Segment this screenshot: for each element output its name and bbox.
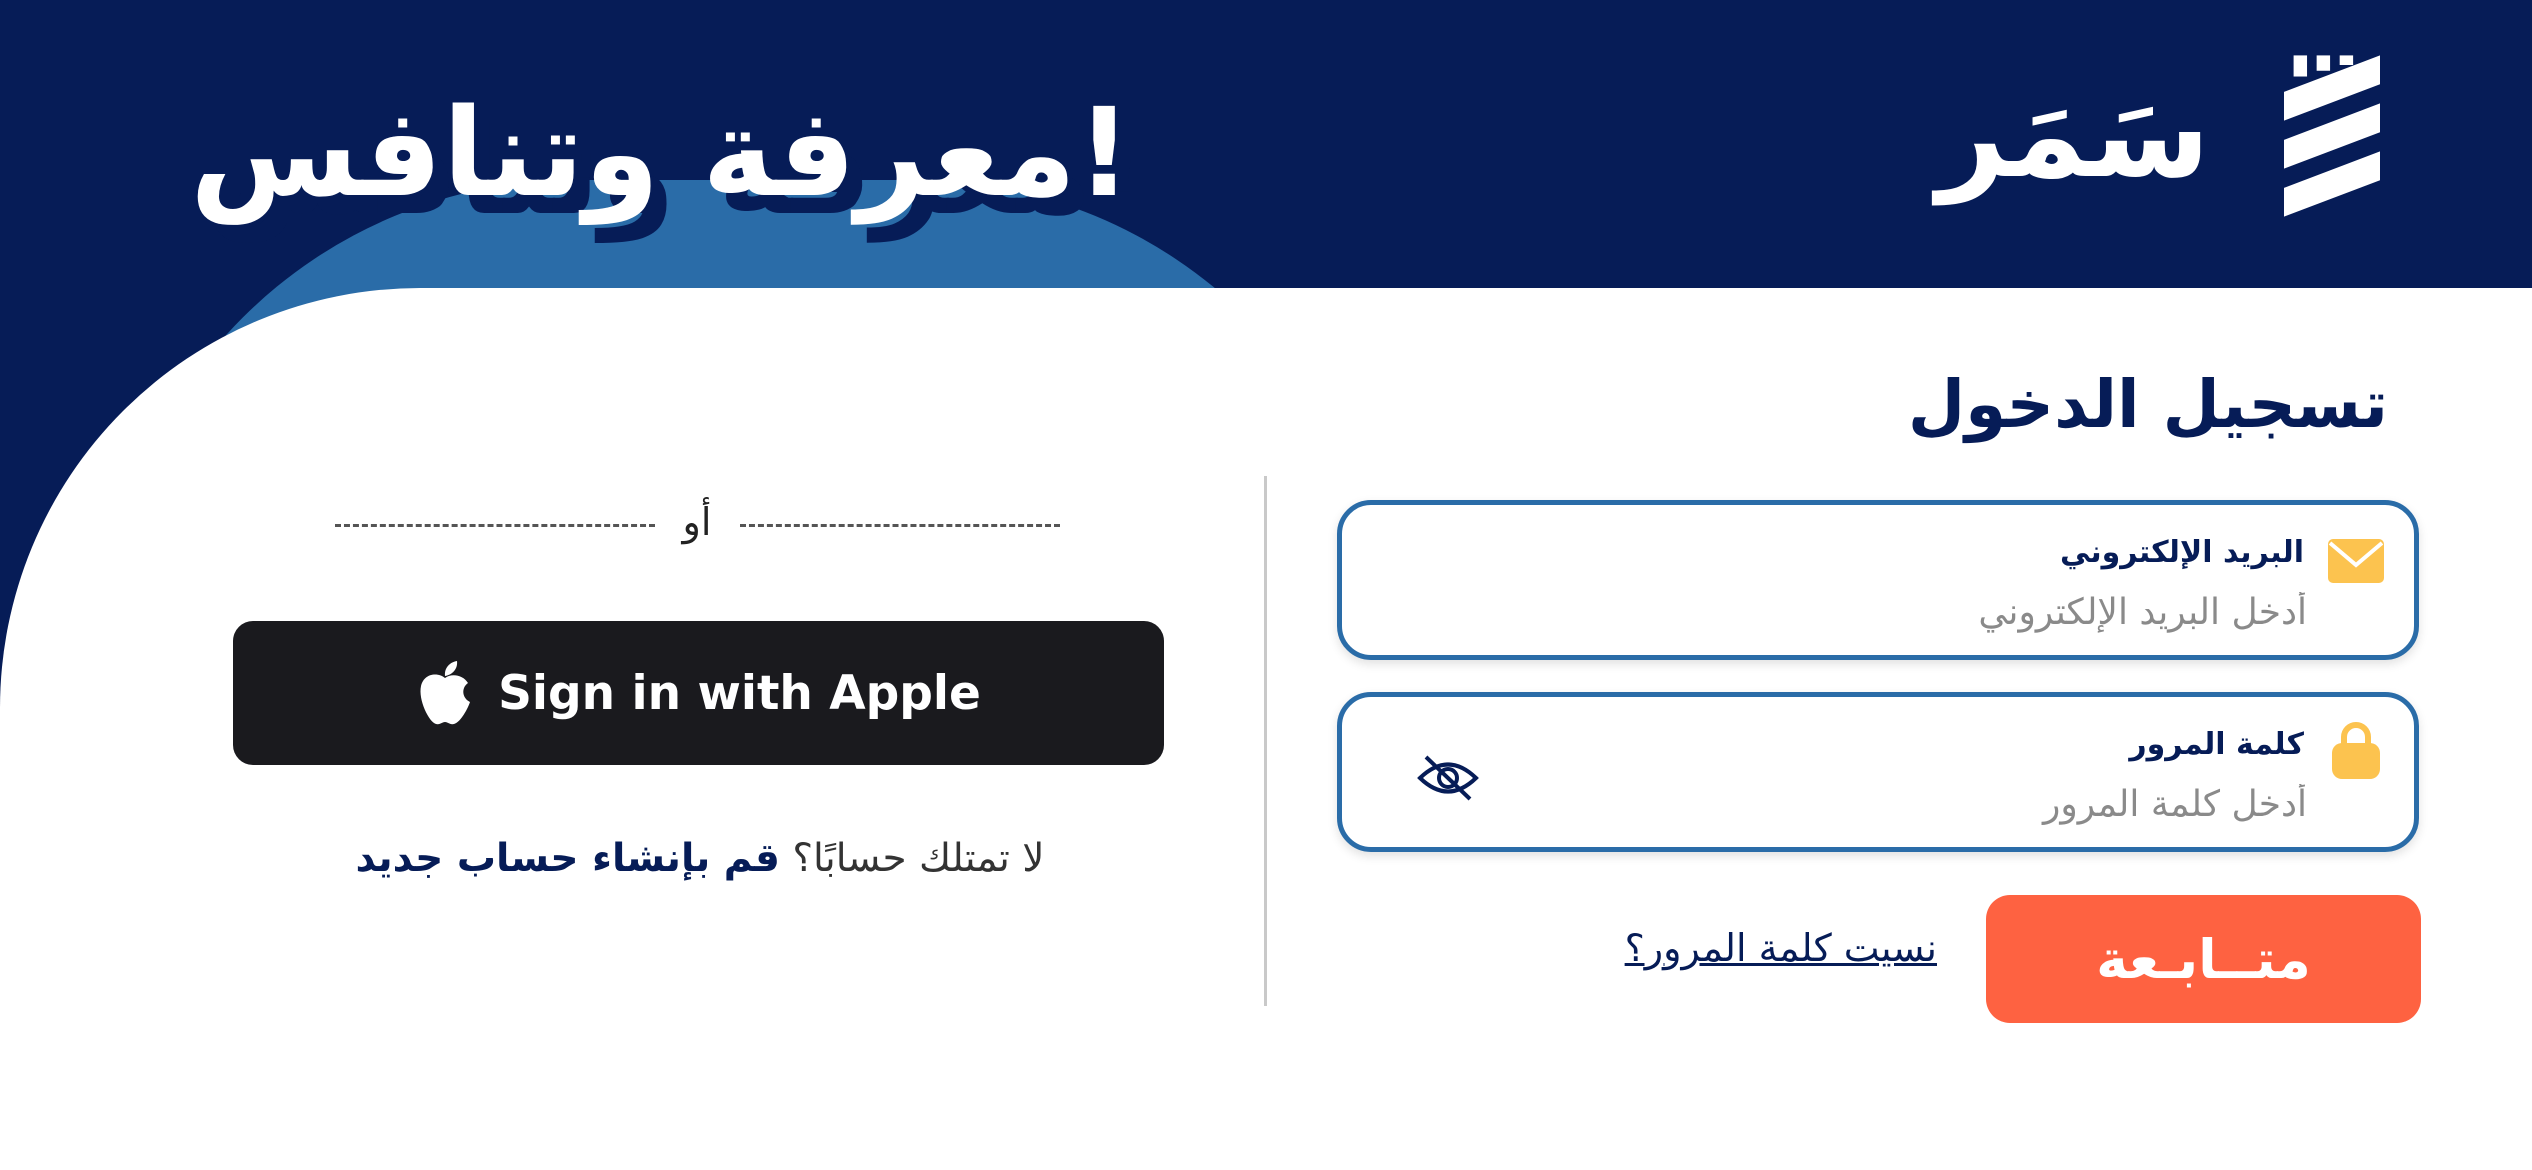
or-separator: أو [335,500,1060,550]
continue-button[interactable]: متــابـعة [1986,895,2421,1023]
eye-slash-icon[interactable] [1416,751,1480,805]
forgot-password-link[interactable]: نسيت كلمة المرور؟ [1625,926,1937,970]
envelope-icon [2328,539,2384,583]
app-logo: سَمَر [1937,52,2380,232]
signup-prompt: لا تمتلك حسابًا؟ قم بإنشاء حساب جديد [325,836,1075,881]
password-field[interactable]: كلمة المرور [1337,692,2419,852]
email-field[interactable]: البريد الإلكتروني [1337,500,2419,660]
app-wordmark: سَمَر [1936,66,2210,205]
password-label: كلمة المرور [2129,727,2304,762]
no-account-text: لا تمتلك حسابًا؟ [792,836,1045,881]
tagline: معرفة وتنافس! [190,82,1132,224]
or-label: أو [682,500,712,544]
dashed-line-left [335,524,655,527]
login-title: تسجيل الدخول [1907,366,2388,443]
sign-in-with-apple-button[interactable]: Sign in with Apple [233,621,1164,765]
create-account-link[interactable]: قم بإنشاء حساب جديد [355,836,780,881]
apple-button-label: Sign in with Apple [498,665,981,721]
stacked-bars-logo-icon [2284,55,2380,217]
vertical-divider [1264,476,1267,1006]
password-input[interactable] [1605,783,2309,826]
apple-icon [420,661,471,725]
email-label: البريد الإلكتروني [2060,535,2304,570]
email-input[interactable] [1605,591,2309,634]
dashed-line-right [740,524,1060,527]
lock-icon [2332,722,2380,779]
